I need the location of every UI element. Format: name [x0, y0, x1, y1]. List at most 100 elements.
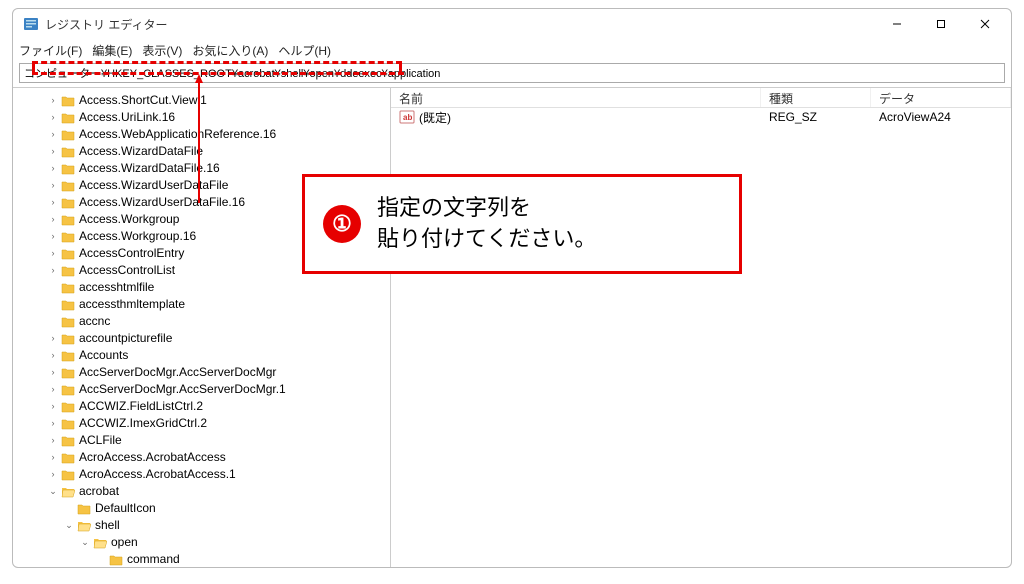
folder-icon — [61, 367, 75, 379]
tree-node[interactable]: ›ACCWIZ.ImexGridCtrl.2 — [17, 415, 390, 432]
column-name[interactable]: 名前 — [391, 88, 761, 107]
tree-node-label: DefaultIcon — [95, 500, 156, 517]
chevron-right-icon[interactable]: › — [47, 211, 59, 228]
folder-icon — [93, 537, 107, 549]
tree-node-label: accesshtmlfile — [79, 279, 154, 296]
tree-node[interactable]: ⌄ open — [17, 534, 390, 551]
minimize-button[interactable] — [875, 10, 919, 38]
folder-icon — [77, 520, 91, 532]
annotation-step-number: ① — [323, 205, 361, 243]
chevron-right-icon[interactable]: › — [47, 177, 59, 194]
tree-node[interactable]: command — [17, 551, 390, 567]
chevron-right-icon[interactable]: › — [47, 432, 59, 449]
folder-icon — [61, 435, 75, 447]
value-row[interactable]: ab (既定) REG_SZ AcroViewA24 — [391, 108, 1011, 126]
tree-node[interactable]: › accountpicturefile — [17, 330, 390, 347]
menu-file[interactable]: ファイル(F) — [19, 42, 82, 59]
folder-icon — [61, 486, 75, 498]
chevron-right-icon[interactable]: › — [47, 347, 59, 364]
tree-node-label: accountpicturefile — [79, 330, 172, 347]
menu-help[interactable]: ヘルプ(H) — [278, 42, 331, 59]
tree-node[interactable]: ›Access.WebApplicationReference.16 — [17, 126, 390, 143]
tree-node[interactable]: › AcroAccess.AcrobatAccess.1 — [17, 466, 390, 483]
chevron-right-icon[interactable]: › — [47, 398, 59, 415]
folder-icon — [61, 282, 75, 294]
folder-icon — [61, 384, 75, 396]
chevron-right-icon[interactable]: › — [47, 109, 59, 126]
value-data: AcroViewA24 — [871, 110, 1011, 124]
svg-text:ab: ab — [403, 113, 412, 122]
chevron-right-icon[interactable]: › — [47, 143, 59, 160]
tree-node[interactable]: accnc — [17, 313, 390, 330]
tree-node[interactable]: › AccServerDocMgr.AccServerDocMgr.1 — [17, 381, 390, 398]
chevron-down-icon[interactable]: ⌄ — [47, 483, 59, 500]
column-type[interactable]: 種類 — [761, 88, 871, 107]
chevron-right-icon[interactable]: › — [47, 381, 59, 398]
tree-node[interactable]: ⌄shell — [17, 517, 390, 534]
chevron-right-icon[interactable]: › — [47, 449, 59, 466]
tree-node[interactable]: DefaultIcon — [17, 500, 390, 517]
chevron-down-icon[interactable]: ⌄ — [79, 534, 91, 551]
tree-node[interactable]: › Accounts — [17, 347, 390, 364]
tree-node-label: AccessControlList — [79, 262, 175, 279]
menu-edit[interactable]: 編集(E) — [92, 42, 132, 59]
chevron-right-icon[interactable]: › — [47, 330, 59, 347]
tree-node-label: accessthmltemplate — [79, 296, 185, 313]
column-data[interactable]: データ — [871, 88, 1011, 107]
folder-icon — [61, 401, 75, 413]
tree-node[interactable]: ›AcroAccess.AcrobatAccess — [17, 449, 390, 466]
folder-icon — [61, 333, 75, 345]
workspace: › Access.ShortCut.View.1 › Access.UriLink.1… — [13, 87, 1011, 567]
tree-node-label: open — [111, 534, 138, 551]
address-bar[interactable]: コンピューター¥HKEY_CLASSES_ROOT¥acrobat¥shell¥… — [19, 63, 1005, 83]
menu-view[interactable]: 表示(V) — [142, 42, 182, 59]
tree-node-label: ACCWIZ.FieldListCtrl.2 — [79, 398, 203, 415]
tree-node[interactable]: › ACLFile — [17, 432, 390, 449]
chevron-right-icon[interactable]: › — [47, 228, 59, 245]
annotation-callout: ① 指定の文字列を 貼り付けてください。 — [302, 174, 742, 274]
tree-node[interactable]: accessthmltemplate — [17, 296, 390, 313]
tree-node-label: Access.UriLink.16 — [79, 109, 175, 126]
tree-node-label: accnc — [79, 313, 110, 330]
tree-node-label: Access.WizardDataFile — [79, 143, 203, 160]
tree-node[interactable]: › ACCWIZ.FieldListCtrl.2 — [17, 398, 390, 415]
tree-node-label: ACLFile — [79, 432, 122, 449]
chevron-right-icon[interactable]: › — [47, 126, 59, 143]
chevron-down-icon[interactable]: ⌄ — [63, 517, 75, 534]
values-header: 名前 種類 データ — [391, 88, 1011, 108]
chevron-right-icon[interactable]: › — [47, 160, 59, 177]
tree-node[interactable]: › Access.ShortCut.View.1 — [17, 92, 390, 109]
tree-node-label: Accounts — [79, 347, 128, 364]
tree-node-label: AccServerDocMgr.AccServerDocMgr — [79, 364, 276, 381]
chevron-right-icon[interactable]: › — [47, 466, 59, 483]
folder-icon — [61, 95, 75, 107]
tree-node[interactable]: › AccServerDocMgr.AccServerDocMgr — [17, 364, 390, 381]
tree-node-label: Access.WizardDataFile.16 — [79, 160, 220, 177]
tree-node-label: AccServerDocMgr.AccServerDocMgr.1 — [79, 381, 286, 398]
tree-node[interactable]: › Access.UriLink.16 — [17, 109, 390, 126]
close-button[interactable] — [963, 10, 1007, 38]
chevron-right-icon[interactable]: › — [47, 194, 59, 211]
maximize-button[interactable] — [919, 10, 963, 38]
chevron-right-icon[interactable]: › — [47, 92, 59, 109]
tree-node-label: AcroAccess.AcrobatAccess.1 — [79, 466, 236, 483]
tree-node[interactable]: accesshtmlfile — [17, 279, 390, 296]
value-type: REG_SZ — [761, 110, 871, 124]
chevron-right-icon[interactable]: › — [47, 262, 59, 279]
folder-icon — [61, 299, 75, 311]
folder-icon — [61, 350, 75, 362]
tree-pane[interactable]: › Access.ShortCut.View.1 › Access.UriLink.1… — [13, 88, 391, 567]
tree-node[interactable]: ⌄acrobat — [17, 483, 390, 500]
tree-node[interactable]: › Access.WizardDataFile — [17, 143, 390, 160]
folder-icon — [61, 214, 75, 226]
chevron-right-icon[interactable]: › — [47, 245, 59, 262]
tree-node-label: Access.ShortCut.View.1 — [79, 92, 207, 109]
folder-icon — [61, 163, 75, 175]
tree-node-label: Access.WizardUserDataFile.16 — [79, 194, 245, 211]
menu-favorite[interactable]: お気に入り(A) — [192, 42, 268, 59]
app-icon — [23, 16, 39, 32]
folder-icon — [61, 418, 75, 430]
chevron-right-icon[interactable]: › — [47, 415, 59, 432]
chevron-right-icon[interactable]: › — [47, 364, 59, 381]
folder-icon — [61, 248, 75, 260]
